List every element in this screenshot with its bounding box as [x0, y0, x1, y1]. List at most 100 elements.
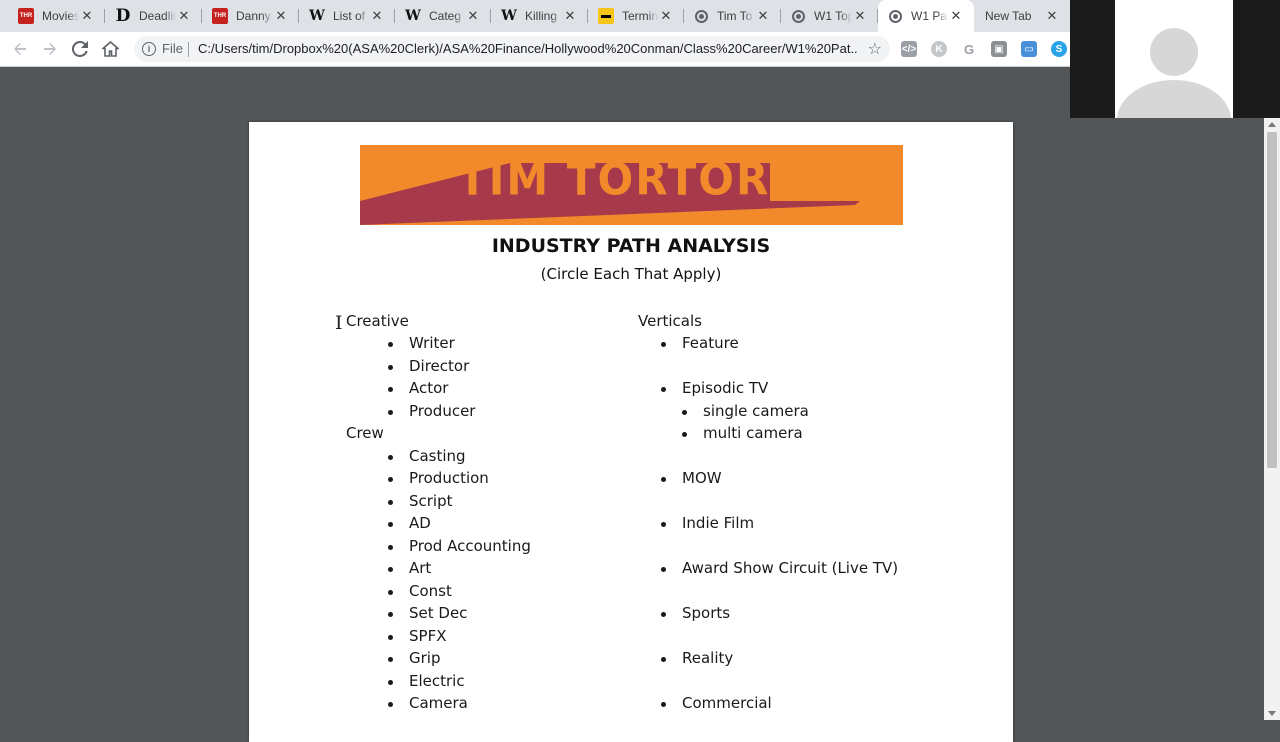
list-item: Producer [387, 402, 476, 420]
tab-danny[interactable]: THR Danny ✕ [202, 0, 299, 32]
scroll-thumb[interactable] [1267, 132, 1277, 468]
list-item: AD [388, 514, 431, 532]
tab-title: Movies [42, 9, 79, 23]
close-icon[interactable]: ✕ [273, 8, 289, 24]
tab-strip: THR Movies ✕ D Deadline ✕ THR Danny ✕ W … [0, 0, 1070, 32]
globe-icon [695, 9, 708, 23]
document-page: TIM TORTORA INDUSTRY PATH ANALYSIS (Circ… [249, 122, 1013, 742]
tab-title: Tim To [717, 9, 753, 23]
page-title: INDUSTRY PATH ANALYSIS [491, 235, 771, 257]
close-icon[interactable]: ✕ [755, 8, 771, 24]
list-item: Prod Accounting [388, 537, 531, 555]
list-item: Grip [387, 649, 441, 667]
k-extension-icon[interactable]: K [931, 41, 947, 57]
home-button[interactable] [100, 39, 120, 59]
tab-deadline[interactable]: D Deadline ✕ [105, 0, 202, 32]
list-item: Sports [660, 604, 731, 622]
tab-category[interactable]: W Categ ✕ [395, 0, 491, 32]
tab-title: Killing [525, 9, 558, 23]
info-icon[interactable]: i [142, 42, 156, 56]
thr-icon: THR [212, 8, 228, 24]
tab-title: List of [333, 9, 366, 23]
avatar [1115, 0, 1233, 118]
page-subtitle: (Circle Each That Apply) [540, 265, 722, 283]
tab-killing[interactable]: W Killing ✕ [491, 0, 588, 32]
google-extension-icon[interactable]: G [961, 41, 977, 57]
list-item: Set Dec [387, 604, 468, 622]
list-item: Episodic TV [660, 379, 769, 397]
list-item: Actor [387, 379, 449, 397]
list-item: MOW [661, 469, 722, 487]
globe-icon [792, 9, 805, 23]
tab-title: W1 Pa [911, 9, 948, 23]
code-extension-icon[interactable]: </> [901, 41, 917, 57]
file-scheme-label: File [162, 41, 183, 56]
crew-heading: Crew [346, 424, 384, 442]
reload-icon [72, 41, 88, 57]
arrow-left-icon [14, 43, 26, 55]
tab-title: Danny [236, 9, 271, 23]
wikipedia-icon: W [309, 8, 325, 24]
close-icon[interactable]: ✕ [852, 8, 868, 24]
webcam-overlay [1070, 0, 1280, 118]
back-button[interactable] [10, 39, 30, 59]
text-cursor-icon: I [335, 312, 343, 334]
tim-tortora-banner: TIM TORTORA [360, 145, 903, 225]
avatar-head [1150, 28, 1198, 76]
list-item: Const [388, 582, 452, 600]
scroll-down-icon[interactable] [1268, 711, 1276, 716]
banner-text: TIM TORTORA [458, 153, 805, 206]
star-icon[interactable]: ☆ [868, 39, 882, 59]
tab-title: Deadline [139, 9, 176, 23]
list-item: Production [388, 469, 489, 487]
photo-extension-icon[interactable]: ▣ [991, 41, 1007, 57]
tab-new-tab[interactable]: New Tab ✕ [974, 0, 1070, 32]
globe-icon [889, 9, 902, 23]
list-item: Camera [388, 694, 468, 712]
skype-icon[interactable]: S [1051, 41, 1067, 57]
tab-list-of[interactable]: W List of ✕ [299, 0, 395, 32]
list-item: Director [387, 357, 470, 375]
address-bar[interactable]: i File C:/Users/tim/Dropbox%20(ASA%20Cle… [134, 36, 890, 62]
tab-w1-path[interactable]: W1 Pa ✕ [878, 0, 974, 32]
close-icon[interactable]: ✕ [948, 8, 964, 24]
list-item: Art [387, 559, 432, 577]
close-icon[interactable]: ✕ [465, 8, 481, 24]
reload-button[interactable] [70, 39, 90, 59]
tab-title: Termin [622, 9, 658, 23]
tab-terminator[interactable]: Termin ✕ [588, 0, 684, 32]
creative-heading: Creative [346, 312, 409, 330]
forward-button[interactable] [40, 39, 60, 59]
sub-list-item: multi camera [682, 424, 803, 442]
close-icon[interactable]: ✕ [658, 8, 674, 24]
tab-tim-tortora[interactable]: Tim To ✕ [684, 0, 781, 32]
thr-icon: THR [18, 8, 34, 24]
avatar-body [1117, 80, 1231, 118]
close-icon[interactable]: ✕ [176, 8, 192, 24]
list-item: Casting [388, 447, 466, 465]
window-extension-icon[interactable]: ▭ [1021, 41, 1037, 57]
scroll-up-icon[interactable] [1268, 122, 1276, 127]
close-icon[interactable]: ✕ [1044, 8, 1060, 24]
address-separator [188, 42, 189, 57]
list-item: SPFX [387, 627, 447, 645]
tab-w1-top[interactable]: W1 Top ✕ [781, 0, 878, 32]
close-icon[interactable]: ✕ [562, 8, 578, 24]
list-item: Commercial [661, 694, 772, 712]
home-icon [101, 41, 119, 57]
wikipedia-icon: W [405, 8, 421, 24]
list-item: Feature [661, 334, 739, 352]
tab-movies[interactable]: THR Movies ✕ [0, 0, 105, 32]
tab-title: W1 Top [814, 9, 852, 23]
sub-list-item: single camera [682, 402, 809, 420]
url-text[interactable]: C:/Users/tim/Dropbox%20(ASA%20Clerk)/ASA… [198, 41, 858, 56]
close-icon[interactable]: ✕ [79, 8, 95, 24]
tab-title: New Tab [985, 9, 1032, 23]
close-icon[interactable]: ✕ [369, 8, 385, 24]
list-item: Reality [660, 649, 734, 667]
list-item: Script [388, 492, 453, 510]
deadline-icon: D [115, 6, 131, 26]
vertical-scrollbar[interactable] [1264, 118, 1280, 720]
list-item: Writer [388, 334, 455, 352]
tab-title: Categ [429, 9, 462, 23]
